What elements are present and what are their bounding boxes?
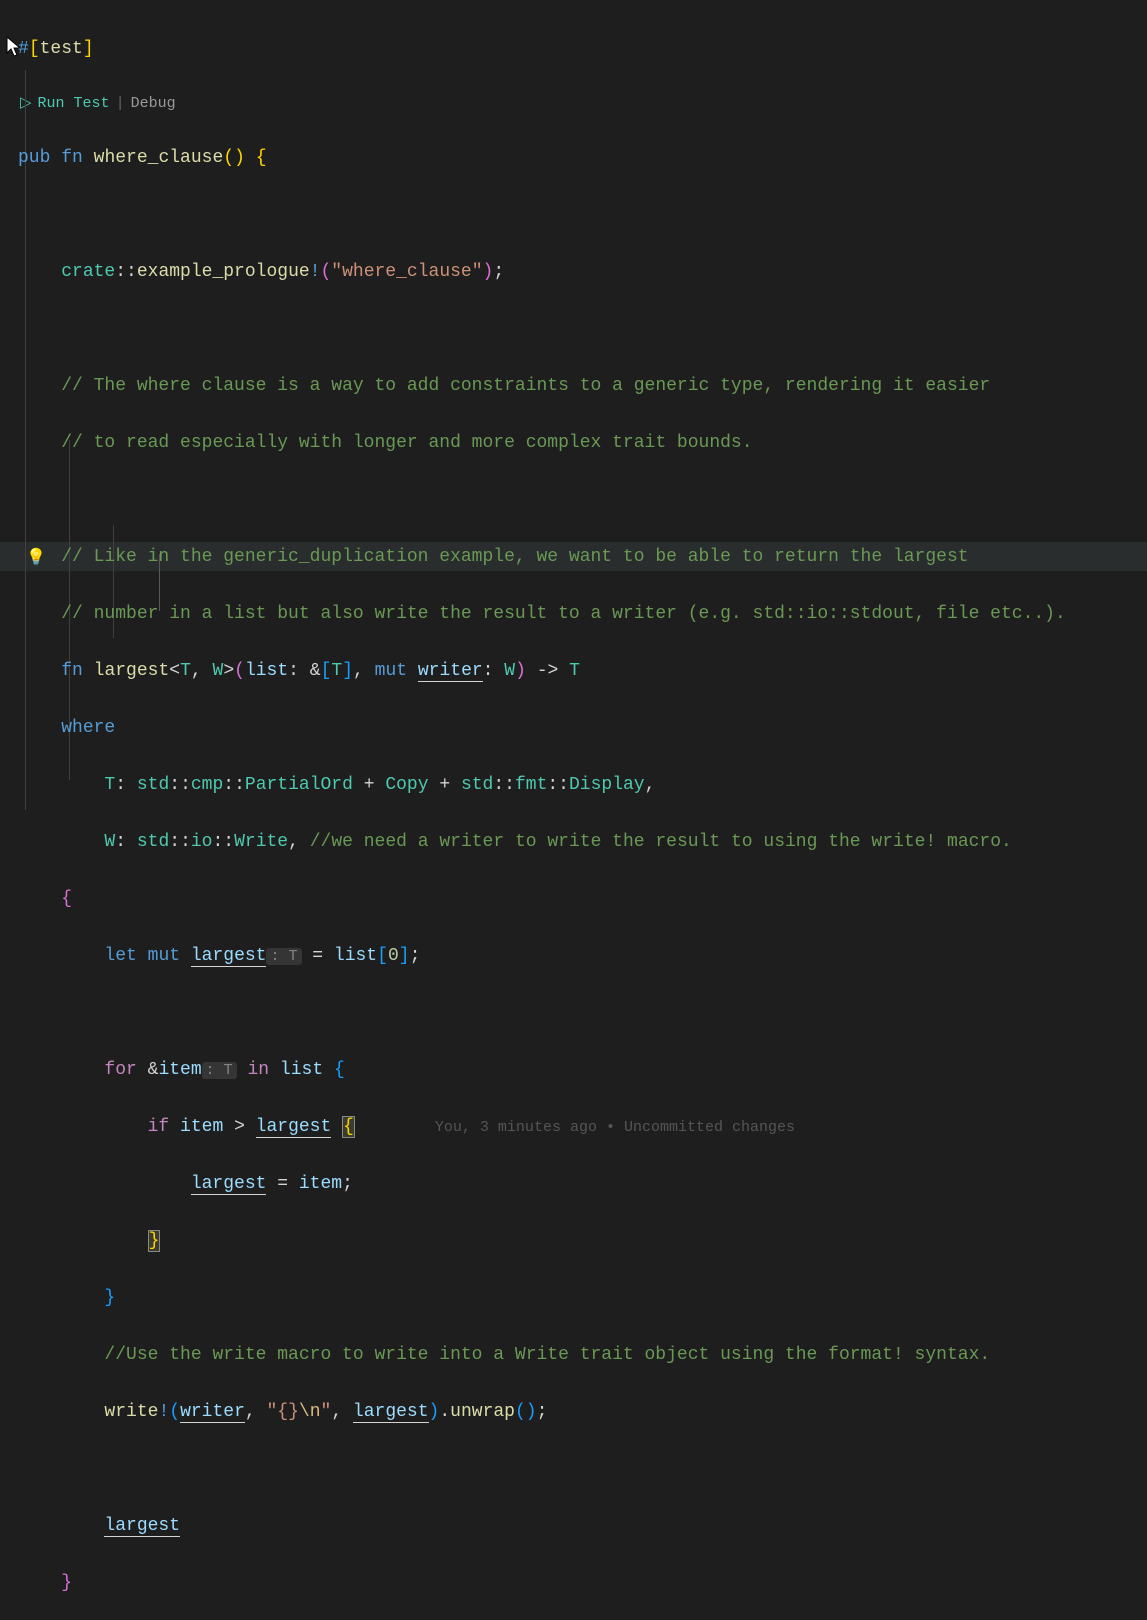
code-editor[interactable]: #[test] ▷ Run Test | Debug pub fn where_…: [0, 0, 1147, 1620]
run-test-link[interactable]: Run Test: [38, 92, 110, 116]
mouse-cursor-icon: [6, 36, 24, 69]
debug-link[interactable]: Debug: [131, 92, 176, 116]
code-line: largest = item;: [18, 1170, 1147, 1199]
code-line: W: std::io::Write, //we need a writer to…: [18, 828, 1147, 857]
code-line: write!(writer, "{}\n", largest).unwrap()…: [18, 1398, 1147, 1427]
code-line: // number in a list but also write the r…: [18, 600, 1147, 629]
code-line: //Use the write macro to write into a Wr…: [18, 1341, 1147, 1370]
code-line: fn largest<T, W>(list: &[T], mut writer:…: [18, 657, 1147, 686]
code-line: largest: [18, 1512, 1147, 1541]
code-line: // Like in the generic_duplication examp…: [18, 543, 1147, 572]
code-line: // to read especially with longer and mo…: [18, 429, 1147, 458]
matching-bracket: }: [148, 1230, 161, 1252]
code-line: pub fn where_clause() {: [18, 144, 1147, 173]
code-line: }: [18, 1569, 1147, 1598]
code-line: #[test]: [18, 35, 1147, 64]
code-line: let mut largest: T = list[0];: [18, 942, 1147, 971]
code-line: [18, 1455, 1147, 1484]
code-line: [18, 201, 1147, 230]
code-line: [18, 999, 1147, 1028]
play-icon[interactable]: ▷: [20, 92, 32, 116]
code-line: }: [18, 1227, 1147, 1256]
code-line: if item > largest {You, 3 minutes ago • …: [18, 1113, 1147, 1142]
inlay-hint: : T: [266, 948, 301, 965]
code-line: [18, 315, 1147, 344]
code-line: {: [18, 885, 1147, 914]
code-line: crate::example_prologue!("where_clause")…: [18, 258, 1147, 287]
git-blame-annotation: You, 3 minutes ago • Uncommitted changes: [355, 1119, 795, 1136]
code-line: [18, 486, 1147, 515]
code-line: }: [18, 1284, 1147, 1313]
code-line: where: [18, 714, 1147, 743]
matching-bracket: {: [342, 1116, 355, 1138]
codelens-row: ▷ Run Test | Debug: [18, 92, 1147, 116]
code-line: T: std::cmp::PartialOrd + Copy + std::fm…: [18, 771, 1147, 800]
code-line: for &item: T in list {: [18, 1056, 1147, 1085]
inlay-hint: : T: [202, 1062, 237, 1079]
code-line: // The where clause is a way to add cons…: [18, 372, 1147, 401]
